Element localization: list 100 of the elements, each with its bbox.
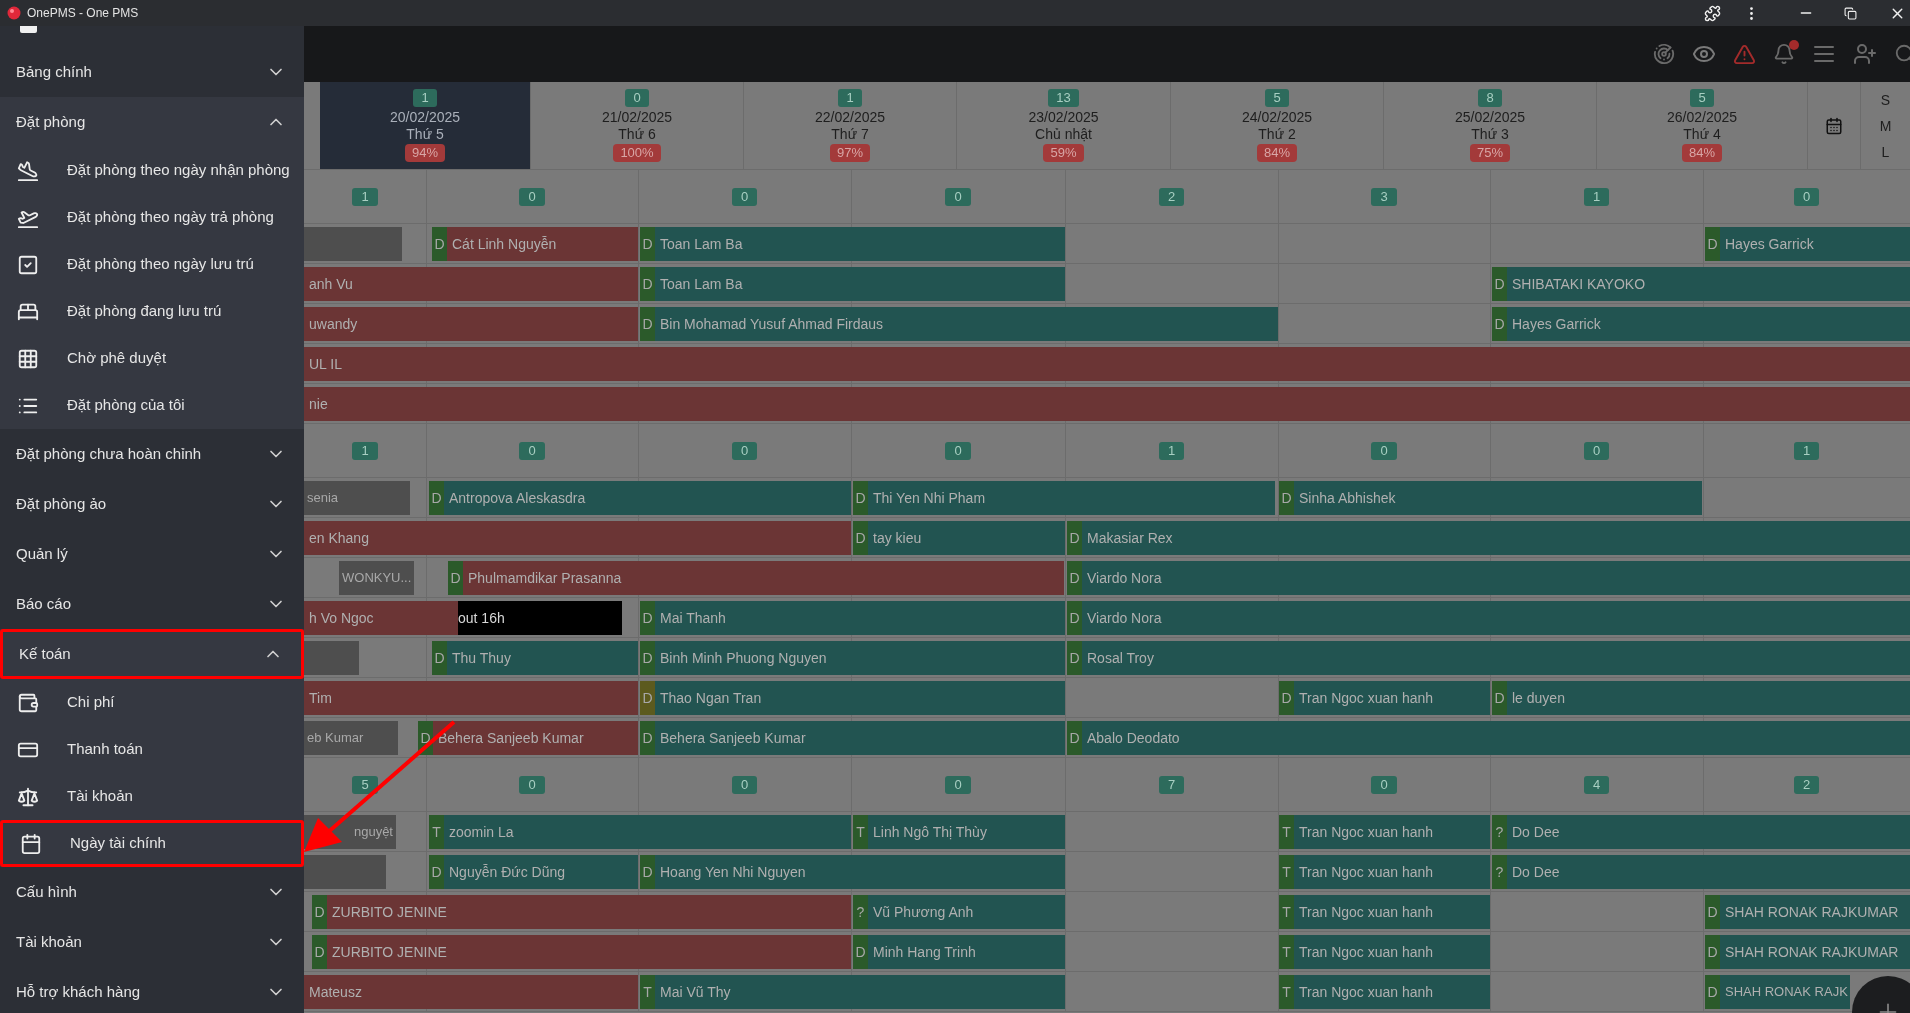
booking-bar[interactable]: D Thu Thuy — [432, 641, 638, 675]
booking-bar[interactable]: D Thi Yen Nhi Pham — [853, 481, 1275, 515]
booking-bar[interactable]: D Makasiar Rex — [1067, 521, 1910, 555]
sidebar-section[interactable]: Tài khoản — [0, 917, 304, 967]
booking-bar[interactable]: D Hayes Garrick — [1492, 307, 1910, 341]
date-column-header[interactable]: 5 26/02/2025 Thứ 4 84% — [1597, 82, 1808, 169]
booking-bar[interactable]: T Tran Ngoc xuan hanh — [1279, 975, 1490, 1009]
sidebar-item[interactable]: Đặt phòng đang lưu trú — [0, 288, 304, 335]
size-option[interactable]: S — [1880, 91, 1891, 108]
sidebar-section[interactable]: Báo cáo — [0, 579, 304, 629]
booking-bar[interactable]: D ZURBITO JENINE — [312, 895, 851, 929]
note-bar[interactable]: out 16h — [458, 601, 622, 635]
date-column-header[interactable]: 1 20/02/2025 Thứ 5 94% — [320, 82, 531, 169]
booking-bar[interactable]: D Abalo Deodato — [1067, 721, 1910, 755]
guest-name: Binh Minh Phuong Nguyen — [659, 648, 827, 668]
date-column-header[interactable]: 13 23/02/2025 Chủ nhật 59% — [957, 82, 1171, 169]
booking-bar[interactable]: D Tran Ngoc xuan hanh — [1279, 681, 1490, 715]
booking-bar[interactable]: T Tran Ngoc xuan hanh — [1279, 935, 1490, 969]
booking-bar[interactable]: en Khang — [304, 521, 851, 555]
booking-bar[interactable]: D Minh Hang Trinh — [853, 935, 1065, 969]
sidebar-section[interactable]: Quản lý — [0, 529, 304, 579]
radar-icon[interactable] — [1653, 43, 1675, 65]
warning-icon[interactable] — [1733, 42, 1756, 66]
booking-bar[interactable]: D Thao Ngan Tran — [640, 681, 1065, 715]
sidebar-item[interactable]: Thanh toán — [0, 726, 304, 773]
booking-bar[interactable]: D SHAH RONAK RAJK — [1705, 975, 1850, 1009]
booking-bar[interactable]: D Behera Sanjeeb Kumar — [418, 721, 638, 755]
sidebar-section[interactable]: Đặt phòng — [0, 97, 304, 147]
status-tag: D — [448, 561, 463, 595]
booking-bar[interactable]: ? Do Dee — [1492, 855, 1910, 889]
guest-name: Antropova Aleskasdra — [448, 488, 586, 508]
booking-bar[interactable]: UL IL — [304, 347, 1910, 381]
booking-bar[interactable]: ? Do Dee — [1492, 815, 1910, 849]
booking-bar[interactable]: D Toan Lam Ba — [640, 227, 1065, 261]
sidebar-section[interactable]: Hỗ trợ khách hàng — [0, 967, 304, 1013]
booking-bar[interactable]: T Tran Ngoc xuan hanh — [1279, 855, 1490, 889]
notifications-icon[interactable] — [1773, 43, 1795, 65]
booking-bar[interactable]: Tim — [304, 681, 638, 715]
booking-bar[interactable]: D Behera Sanjeeb Kumar — [640, 721, 1065, 755]
booking-bar[interactable]: T Mai Vũ Thy — [640, 975, 1065, 1009]
booking-bar[interactable]: h Vo Ngoc — [304, 601, 459, 635]
restore-icon[interactable] — [1844, 6, 1857, 20]
booking-bar[interactable]: T Linh Ngô Thị Thùy — [853, 815, 1065, 849]
booking-bar[interactable]: D Rosal Troy — [1067, 641, 1910, 675]
booking-bar[interactable]: D Bin Mohamad Yusuf Ahmad Firdaus — [640, 307, 1278, 341]
sidebar-section[interactable]: Cấu hình — [0, 867, 304, 917]
count-badge: 5 — [1690, 89, 1714, 107]
date-column-header[interactable]: 0 21/02/2025 Thứ 6 100% — [531, 82, 744, 169]
sidebar-item[interactable]: Đặt phòng theo ngày lưu trú — [0, 241, 304, 288]
status-tag: D — [1067, 641, 1082, 675]
sidebar-item[interactable]: Chờ phê duyệt — [0, 335, 304, 382]
booking-bar[interactable]: D ZURBITO JENINE — [312, 935, 851, 969]
sidebar-section[interactable]: Đặt phòng chưa hoàn chỉnh — [0, 429, 304, 479]
booking-bar[interactable]: D Viardo Nora — [1067, 601, 1910, 635]
booking-bar[interactable]: anh Vu — [304, 267, 638, 301]
booking-bar[interactable]: D tay kieu — [853, 521, 1065, 555]
booking-bar[interactable]: D Hoang Yen Nhi Nguyen — [640, 855, 1065, 889]
booking-bar[interactable]: D Toan Lam Ba — [640, 267, 1065, 301]
status-tag: D — [1067, 561, 1082, 595]
size-option[interactable]: L — [1881, 143, 1890, 160]
booking-bar[interactable]: Mateusz — [304, 975, 638, 1009]
sidebar-section[interactable]: Đặt phòng ảo — [0, 479, 304, 529]
booking-bar[interactable]: D Phulmamdikar Prasanna — [448, 561, 1064, 595]
sidebar-section[interactable]: Bảng chính — [0, 47, 304, 97]
booking-bar[interactable]: D le duyen — [1492, 681, 1910, 715]
sidebar-item[interactable]: Đặt phòng theo ngày trả phòng — [0, 194, 304, 241]
booking-bar[interactable]: T Tran Ngoc xuan hanh — [1279, 815, 1490, 849]
booking-bar[interactable]: D SHAH RONAK RAJKUMAR — [1705, 935, 1910, 969]
blocked-bar[interactable]: eb Kumar — [304, 721, 398, 755]
booking-bar[interactable]: uwandy — [304, 307, 638, 341]
sidebar-section[interactable]: Kế toán — [0, 629, 304, 679]
sidebar-item[interactable]: Ngày tài chính — [0, 820, 304, 867]
booking-bar[interactable]: D Cát Linh Nguyễn — [432, 227, 638, 261]
booking-bar[interactable]: D Sinha Abhishek — [1279, 481, 1702, 515]
booking-bar[interactable]: nie — [304, 387, 1910, 421]
status-tag: D — [432, 641, 447, 675]
size-option[interactable]: M — [1879, 117, 1892, 134]
date-column-header[interactable]: 1 22/02/2025 Thứ 7 97% — [744, 82, 957, 169]
booking-bar[interactable]: T zoomin La — [429, 815, 851, 849]
booking-bar[interactable]: D SHAH RONAK RAJKUMAR — [1705, 895, 1910, 929]
booking-bar[interactable]: ? Vũ Phương Anh — [853, 895, 1065, 929]
booking-bar[interactable]: D Nguyễn Đức Dũng — [429, 855, 638, 889]
date-column-header[interactable]: 8 25/02/2025 Thứ 3 75% — [1384, 82, 1597, 169]
date-column-header[interactable]: 5 24/02/2025 Thứ 2 84% — [1171, 82, 1384, 169]
booking-bar[interactable]: T Tran Ngoc xuan hanh — [1279, 895, 1490, 929]
sidebar-item[interactable]: Đặt phòng của tôi — [0, 382, 304, 429]
sidebar-item[interactable]: Chi phí — [0, 679, 304, 726]
booking-bar[interactable]: D Viardo Nora — [1067, 561, 1910, 595]
calendar-icon[interactable] — [1825, 116, 1843, 135]
booking-bar[interactable]: D Mai Thanh — [640, 601, 1065, 635]
add-user-icon[interactable] — [1853, 42, 1877, 66]
booking-bar[interactable]: D Antropova Aleskasdra — [429, 481, 851, 515]
blocked-bar[interactable]: senia — [304, 481, 410, 515]
booking-bar[interactable]: D Binh Minh Phuong Nguyen — [640, 641, 1065, 675]
blocked-bar[interactable]: WONKYU... — [339, 561, 414, 595]
sidebar-item[interactable]: Tài khoản — [0, 773, 304, 820]
booking-bar[interactable]: D SHIBATAKI KAYOKO — [1492, 267, 1910, 301]
booking-bar[interactable]: D Hayes Garrick — [1705, 227, 1910, 261]
extensions-icon[interactable] — [1704, 4, 1721, 22]
sidebar-item[interactable]: Đặt phòng theo ngày nhận phòng — [0, 147, 304, 194]
